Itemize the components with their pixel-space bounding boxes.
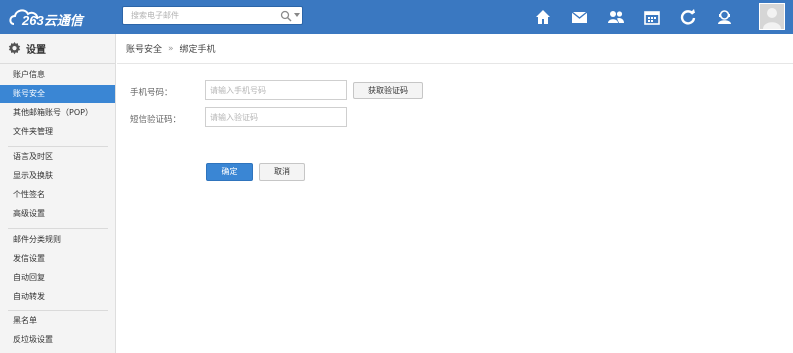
sync-icon[interactable]: [676, 5, 700, 29]
sidebar-header: 设置: [0, 34, 115, 64]
sidebar-item-folder-management[interactable]: 文件夹管理: [0, 123, 115, 141]
search-icon[interactable]: [280, 10, 292, 22]
gear-icon: [8, 42, 21, 55]
sidebar-item-pop-accounts[interactable]: 其他邮箱账号（POP）: [0, 104, 115, 122]
breadcrumb-parent[interactable]: 账号安全: [126, 42, 162, 55]
calendar-icon[interactable]: [640, 5, 664, 29]
sms-code-label: 短信验证码：: [130, 115, 182, 125]
sidebar-item-auto-reply[interactable]: 自动回复: [0, 269, 115, 287]
breadcrumb-current: 绑定手机: [179, 45, 216, 55]
sidebar-item-blacklist[interactable]: 黑名单: [0, 312, 115, 330]
divider: [8, 146, 108, 147]
confirm-button[interactable]: 确定: [206, 163, 253, 181]
sidebar-item-signature[interactable]: 个性签名: [0, 186, 115, 204]
phone-input[interactable]: [206, 81, 346, 99]
search-dropdown-icon[interactable]: [294, 13, 300, 17]
contacts-icon[interactable]: [604, 5, 628, 29]
sidebar-item-account-security[interactable]: 账号安全: [0, 85, 115, 103]
breadcrumb-separator: »: [168, 43, 174, 54]
top-bar: 263云通信: [0, 0, 793, 34]
brand-logo[interactable]: 263云通信: [8, 5, 112, 29]
user-avatar-icon: [763, 8, 781, 29]
get-code-button[interactable]: 获取验证码: [353, 82, 423, 99]
mail-icon[interactable]: [567, 5, 591, 29]
logo-text: 263云通信: [21, 13, 85, 28]
sms-code-input[interactable]: [206, 108, 346, 126]
sidebar-item-language-timezone[interactable]: 语言及时区: [0, 148, 115, 166]
home-icon[interactable]: [531, 5, 555, 29]
user-support-icon[interactable]: [712, 5, 736, 29]
divider: [8, 310, 108, 311]
phone-field[interactable]: [205, 80, 347, 100]
breadcrumb: 账号安全 » 绑定手机: [117, 34, 793, 64]
sidebar-item-mail-rules[interactable]: 邮件分类规则: [0, 231, 115, 249]
search-input[interactable]: [123, 7, 273, 24]
sidebar-item-auto-forward[interactable]: 自动转发: [0, 288, 115, 306]
avatar[interactable]: [759, 3, 785, 30]
search-box[interactable]: [122, 6, 303, 25]
divider: [8, 228, 108, 229]
cloud-logo-icon: 263云通信: [9, 9, 85, 28]
sidebar-item-send-settings[interactable]: 发信设置: [0, 250, 115, 268]
settings-sidebar: 设置 账户信息 账号安全 其他邮箱账号（POP） 文件夹管理 语言及时区 显示及…: [0, 34, 116, 353]
sidebar-title: 设置: [26, 45, 46, 56]
sidebar-item-advanced[interactable]: 高级设置: [0, 205, 115, 223]
sidebar-item-account-info[interactable]: 账户信息: [0, 66, 115, 84]
sidebar-item-anti-spam[interactable]: 反垃圾设置: [0, 331, 115, 349]
sidebar-item-display-skin[interactable]: 显示及换肤: [0, 167, 115, 185]
cancel-button[interactable]: 取消: [259, 163, 305, 181]
sms-code-field[interactable]: [205, 107, 347, 127]
phone-label: 手机号码：: [130, 88, 173, 98]
